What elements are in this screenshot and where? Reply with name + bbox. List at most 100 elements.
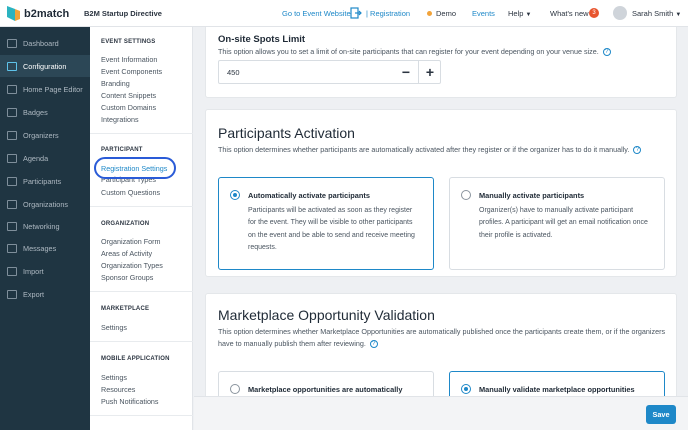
- sidebar-item-badges[interactable]: Badges: [0, 101, 90, 123]
- marketplace-validation-description: This option determines whether Marketpla…: [218, 327, 666, 349]
- submenu-item-organization-form[interactable]: Organization Form: [101, 237, 161, 246]
- option-manual-activate[interactable]: Manually activate participants Organizer…: [449, 177, 665, 270]
- participants-activation-title: Participants Activation: [218, 125, 355, 141]
- stepper-divider: [418, 61, 419, 83]
- option-marketplace-manual-title: Manually validate marketplace opportunit…: [479, 385, 635, 394]
- divider: [90, 291, 193, 292]
- highlight-ring: [94, 157, 176, 179]
- submenu-heading-event-settings: EVENT SETTINGS: [101, 39, 156, 45]
- save-bar: Save: [194, 396, 688, 430]
- submenu-item-event-information[interactable]: Event Information: [101, 55, 157, 64]
- sidebar-item-participants[interactable]: Participants: [0, 170, 90, 192]
- sidebar-item-networking[interactable]: Networking: [0, 215, 90, 237]
- submenu-item-event-components[interactable]: Event Components: [101, 67, 162, 76]
- option-auto-activate-description: Participants will be activated as soon a…: [248, 207, 415, 251]
- event-name: B2M Startup Directive: [84, 9, 162, 18]
- whats-new-link[interactable]: What's new: [550, 9, 589, 18]
- export-icon: [7, 289, 17, 299]
- calendar-icon: [7, 153, 17, 163]
- logo-text: b2match: [24, 7, 70, 20]
- page-icon: [7, 84, 17, 94]
- spots-limit-stepper: 450 − +: [218, 60, 441, 84]
- participants-icon: [7, 176, 17, 186]
- dashboard-icon: [7, 38, 17, 48]
- mail-icon: [7, 243, 17, 253]
- settings-icon: [7, 61, 17, 71]
- top-bar: b2match B2M Startup Directive Go to Even…: [0, 0, 688, 27]
- radio-manual-activate[interactable]: [461, 190, 471, 200]
- spots-limit-input[interactable]: 450: [227, 68, 240, 77]
- divider: [90, 133, 193, 134]
- increment-button[interactable]: +: [420, 63, 440, 81]
- divider: [90, 341, 193, 342]
- radio-marketplace-auto[interactable]: [230, 384, 240, 394]
- spots-limit-card: On-site Spots Limit This option allows y…: [205, 23, 677, 98]
- submenu-heading-organization: ORGANIZATION: [101, 221, 150, 227]
- submenu-item-custom-domains[interactable]: Custom Domains: [101, 103, 156, 112]
- sidebar-item-organizations[interactable]: Organizations: [0, 193, 90, 215]
- registration-label: Registration: [370, 9, 411, 18]
- user-menu[interactable]: Sarah Smith ▼: [632, 9, 681, 18]
- logo[interactable]: b2match: [7, 6, 69, 21]
- submenu-item-branding[interactable]: Branding: [101, 79, 130, 88]
- submenu-item-integrations[interactable]: Integrations: [101, 115, 139, 124]
- divider: [90, 415, 193, 416]
- user-name: Sarah Smith: [632, 9, 674, 18]
- decrement-button[interactable]: −: [396, 63, 416, 81]
- help-icon[interactable]: ?: [602, 48, 611, 57]
- submenu-item-content-snippets[interactable]: Content Snippets: [101, 91, 156, 100]
- settings-submenu: EVENT SETTINGS Event Information Event C…: [90, 27, 193, 430]
- help-label: Help: [508, 9, 524, 18]
- save-button[interactable]: Save: [646, 405, 676, 424]
- radio-marketplace-manual[interactable]: [461, 384, 471, 394]
- sidebar-item-export[interactable]: Export: [0, 283, 90, 305]
- events-link[interactable]: Events: [472, 9, 495, 18]
- help-icon[interactable]: ?: [633, 146, 642, 155]
- building-icon: [7, 199, 17, 209]
- participants-activation-card: Participants Activation This option dete…: [205, 109, 677, 277]
- option-manual-activate-title: Manually activate participants: [479, 191, 585, 200]
- help-menu[interactable]: Help ▼: [508, 9, 531, 18]
- option-auto-activate-title: Automatically activate participants: [248, 191, 370, 200]
- submenu-item-mobile-settings[interactable]: Settings: [101, 373, 127, 382]
- notification-badge: 3: [589, 8, 599, 18]
- badge-icon: [7, 107, 17, 117]
- help-icon[interactable]: ?: [369, 340, 378, 349]
- option-marketplace-auto-title: Marketplace opportunities are automatica…: [248, 385, 403, 394]
- registration-link[interactable]: | Registration: [366, 9, 410, 18]
- option-auto-activate[interactable]: Automatically activate participants Part…: [218, 177, 434, 270]
- submenu-heading-participant: PARTICIPANT: [101, 147, 143, 153]
- sidebar-item-import[interactable]: Import: [0, 260, 90, 282]
- option-manual-activate-description: Organizer(s) have to manually activate p…: [479, 207, 648, 239]
- b2match-logo-icon: [7, 6, 20, 21]
- submenu-item-push-notifications[interactable]: Push Notifications: [101, 397, 159, 406]
- participants-activation-description: This option determines whether participa…: [218, 144, 642, 156]
- demo-label[interactable]: Demo: [436, 9, 456, 18]
- networking-icon: [7, 221, 17, 231]
- chevron-down-icon: ▼: [675, 12, 682, 18]
- main-content: On-site Spots Limit This option allows y…: [194, 23, 688, 430]
- submenu-item-custom-questions[interactable]: Custom Questions: [101, 188, 160, 197]
- submenu-item-marketplace-settings[interactable]: Settings: [101, 323, 127, 332]
- submenu-item-areas-of-activity[interactable]: Areas of Activity: [101, 249, 152, 258]
- submenu-item-sponsor-groups[interactable]: Sponsor Groups: [101, 273, 153, 282]
- sidebar-item-dashboard[interactable]: Dashboard: [0, 32, 90, 54]
- go-to-event-link[interactable]: Go to Event Website: [282, 9, 351, 18]
- avatar[interactable]: [613, 6, 627, 20]
- import-icon: [7, 266, 17, 276]
- spots-limit-title: On-site Spots Limit: [218, 34, 306, 45]
- demo-status-dot: [427, 11, 432, 16]
- radio-auto-activate[interactable]: [230, 190, 240, 200]
- sidebar-item-messages[interactable]: Messages: [0, 237, 90, 259]
- exit-icon: [350, 7, 362, 19]
- submenu-item-organization-types[interactable]: Organization Types: [101, 261, 163, 270]
- sidebar-item-configuration[interactable]: Configuration: [0, 55, 90, 77]
- sidebar-item-organizers[interactable]: Organizers: [0, 124, 90, 146]
- organizers-icon: [7, 130, 17, 140]
- submenu-item-resources[interactable]: Resources: [101, 385, 135, 394]
- chevron-down-icon: ▼: [525, 12, 532, 18]
- main-sidebar: Dashboard Configuration Home Page Editor…: [0, 27, 90, 430]
- sidebar-item-home-page-editor[interactable]: Home Page Editor: [0, 78, 90, 100]
- sidebar-item-agenda[interactable]: Agenda: [0, 147, 90, 169]
- divider: [90, 206, 193, 207]
